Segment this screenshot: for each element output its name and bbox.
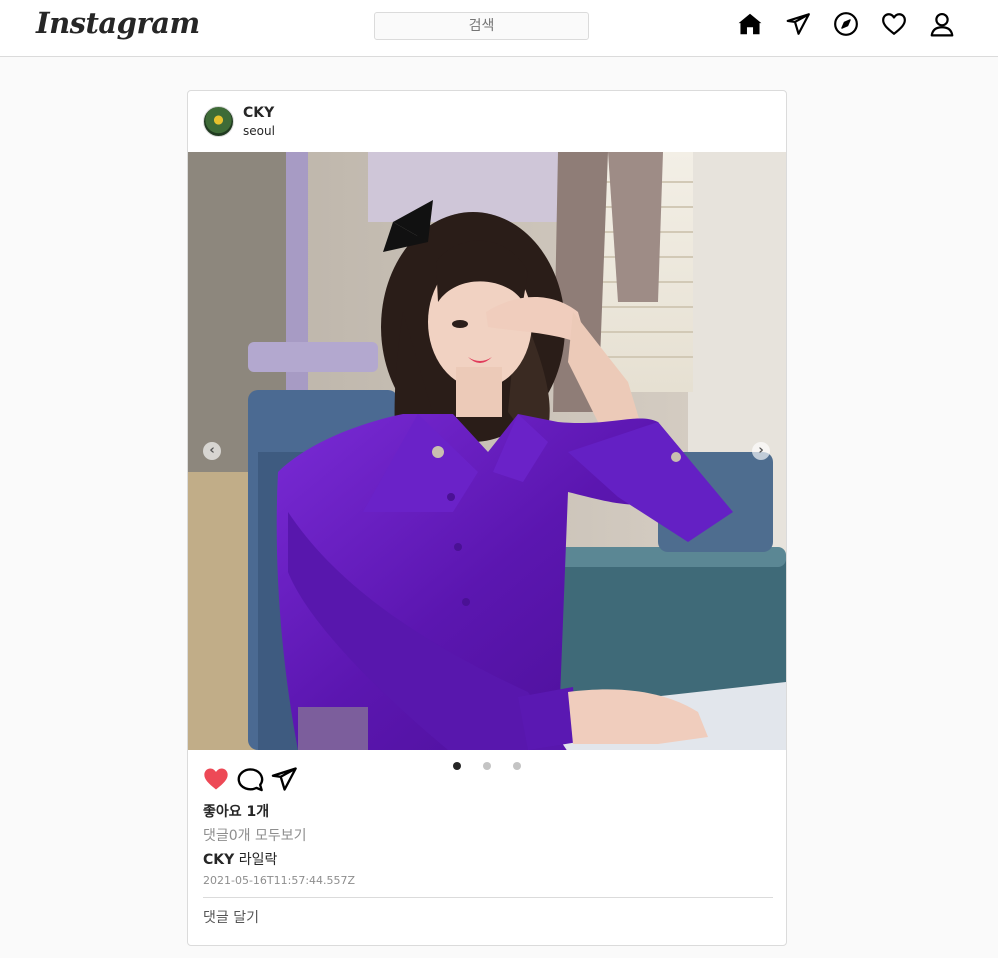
direct-message-icon[interactable] (784, 10, 812, 38)
carousel-dot (483, 762, 491, 770)
view-all-comments-link[interactable]: 댓글0개 모두보기 (203, 825, 307, 845)
post-timestamp: 2021-05-16T11:57:44.557Z (203, 874, 356, 887)
top-navigation-bar: Instagram (0, 0, 998, 57)
search-input[interactable] (374, 12, 589, 40)
comment-icon[interactable] (236, 765, 264, 793)
post-caption: CKY 라일락 (203, 849, 277, 869)
caption-text: 라일락 (238, 852, 278, 868)
previous-image-arrow[interactable]: ‹ (203, 442, 221, 460)
activity-heart-icon[interactable] (880, 10, 908, 38)
avatar[interactable] (203, 106, 234, 137)
post-image[interactable]: ‹ › (188, 152, 786, 750)
likes-count[interactable]: 좋아요 1개 (203, 801, 269, 821)
add-comment-input[interactable] (203, 905, 773, 931)
divider (203, 897, 773, 898)
explore-icon[interactable] (832, 10, 860, 38)
home-icon[interactable] (736, 10, 764, 38)
carousel-dot (513, 762, 521, 770)
carousel-dot-active (453, 762, 461, 770)
instagram-logo[interactable]: Instagram (36, 6, 200, 40)
caption-username[interactable]: CKY (203, 852, 234, 868)
post-location[interactable]: seoul (243, 124, 275, 138)
post-username[interactable]: CKY (243, 105, 274, 121)
post-card: CKY seoul ‹ › 좋아요 1개 댓글0개 모두보기 CKY 라일락 2… (187, 90, 787, 946)
profile-icon[interactable] (928, 10, 956, 38)
share-icon[interactable] (270, 765, 298, 793)
like-heart-icon[interactable] (202, 765, 230, 793)
next-image-arrow[interactable]: › (752, 442, 770, 460)
